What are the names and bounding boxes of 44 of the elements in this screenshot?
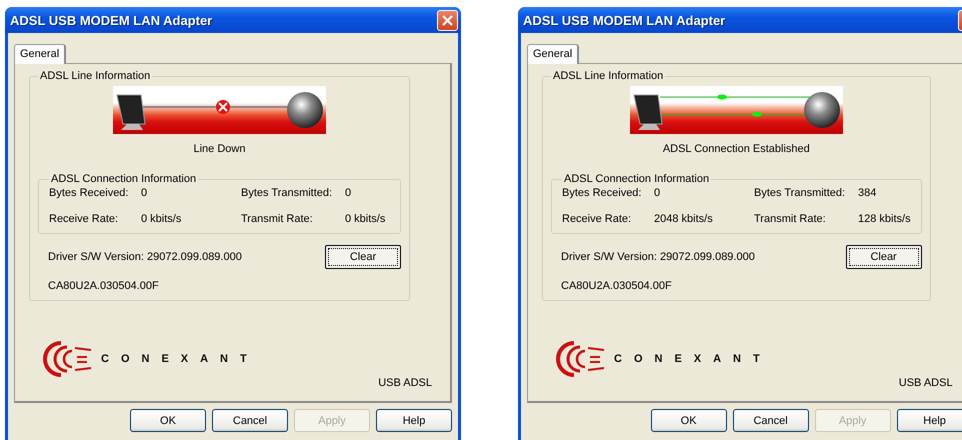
driver-version-text: Driver S/W Version: 29072.099.089.000 [561, 251, 755, 263]
field-value: 0 kbits/s [345, 213, 386, 225]
clear-button[interactable]: Clear [325, 245, 401, 269]
group-label: ADSL Line Information [552, 70, 664, 82]
brand-logo-text: CONEXANT [614, 353, 772, 365]
field-value: 0 [654, 187, 662, 199]
dialog-button[interactable]: Cancel [212, 409, 288, 432]
field-label: Bytes Transmitted: [754, 187, 846, 199]
driver-version-text: Driver S/W Version: 29072.099.089.000 [48, 251, 242, 263]
field-value: 0 [141, 187, 148, 199]
group-label: ADSL Connection Information [50, 173, 198, 185]
product-label: USB ADSL [898, 377, 953, 389]
field-label: Receive Rate: [562, 213, 632, 225]
brand-logo-text: CONEXANT [101, 353, 259, 365]
group-label: ADSL Line Information [39, 70, 152, 82]
dialog-button[interactable]: Help [376, 409, 452, 432]
tab[interactable]: General [14, 44, 66, 64]
dialog-button[interactable]: OK [650, 409, 727, 432]
firmware-text: CA80U2A.030504.00F [48, 280, 159, 292]
status-text: Line Down [194, 143, 246, 155]
field-value: 0 [345, 187, 352, 199]
window-title: ADSL USB MODEM LAN Adapter [10, 12, 212, 28]
close-icon [442, 14, 453, 26]
field-label: Transmit Rate: [754, 213, 827, 225]
tab[interactable]: General [527, 44, 580, 64]
close-button[interactable] [437, 10, 458, 30]
group-label: ADSL Connection Information [563, 173, 710, 185]
field-label: Bytes Received: [49, 187, 130, 199]
clear-button[interactable]: Clear [846, 245, 922, 269]
field-value: 2048 kbits/s [654, 213, 714, 225]
firmware-text: CA80U2A.030504.00F [561, 280, 672, 292]
field-label: Bytes Transmitted: [241, 187, 334, 199]
product-label: USB ADSL [378, 377, 432, 389]
field-value: 128 kbits/s [858, 213, 911, 225]
field-label: Bytes Received: [562, 187, 642, 199]
field-label: Transmit Rate: [241, 213, 314, 225]
field-value: 384 [858, 187, 878, 199]
window-title: ADSL USB MODEM LAN Adapter [523, 12, 726, 28]
field-label: Receive Rate: [49, 213, 120, 225]
status-text: ADSL Connection Established [662, 143, 810, 155]
field-value: 0 kbits/s [141, 213, 182, 225]
dialog-button[interactable]: OK [130, 409, 206, 432]
dialog-button[interactable]: Help [896, 409, 962, 432]
dialog-button[interactable]: Cancel [732, 409, 809, 432]
